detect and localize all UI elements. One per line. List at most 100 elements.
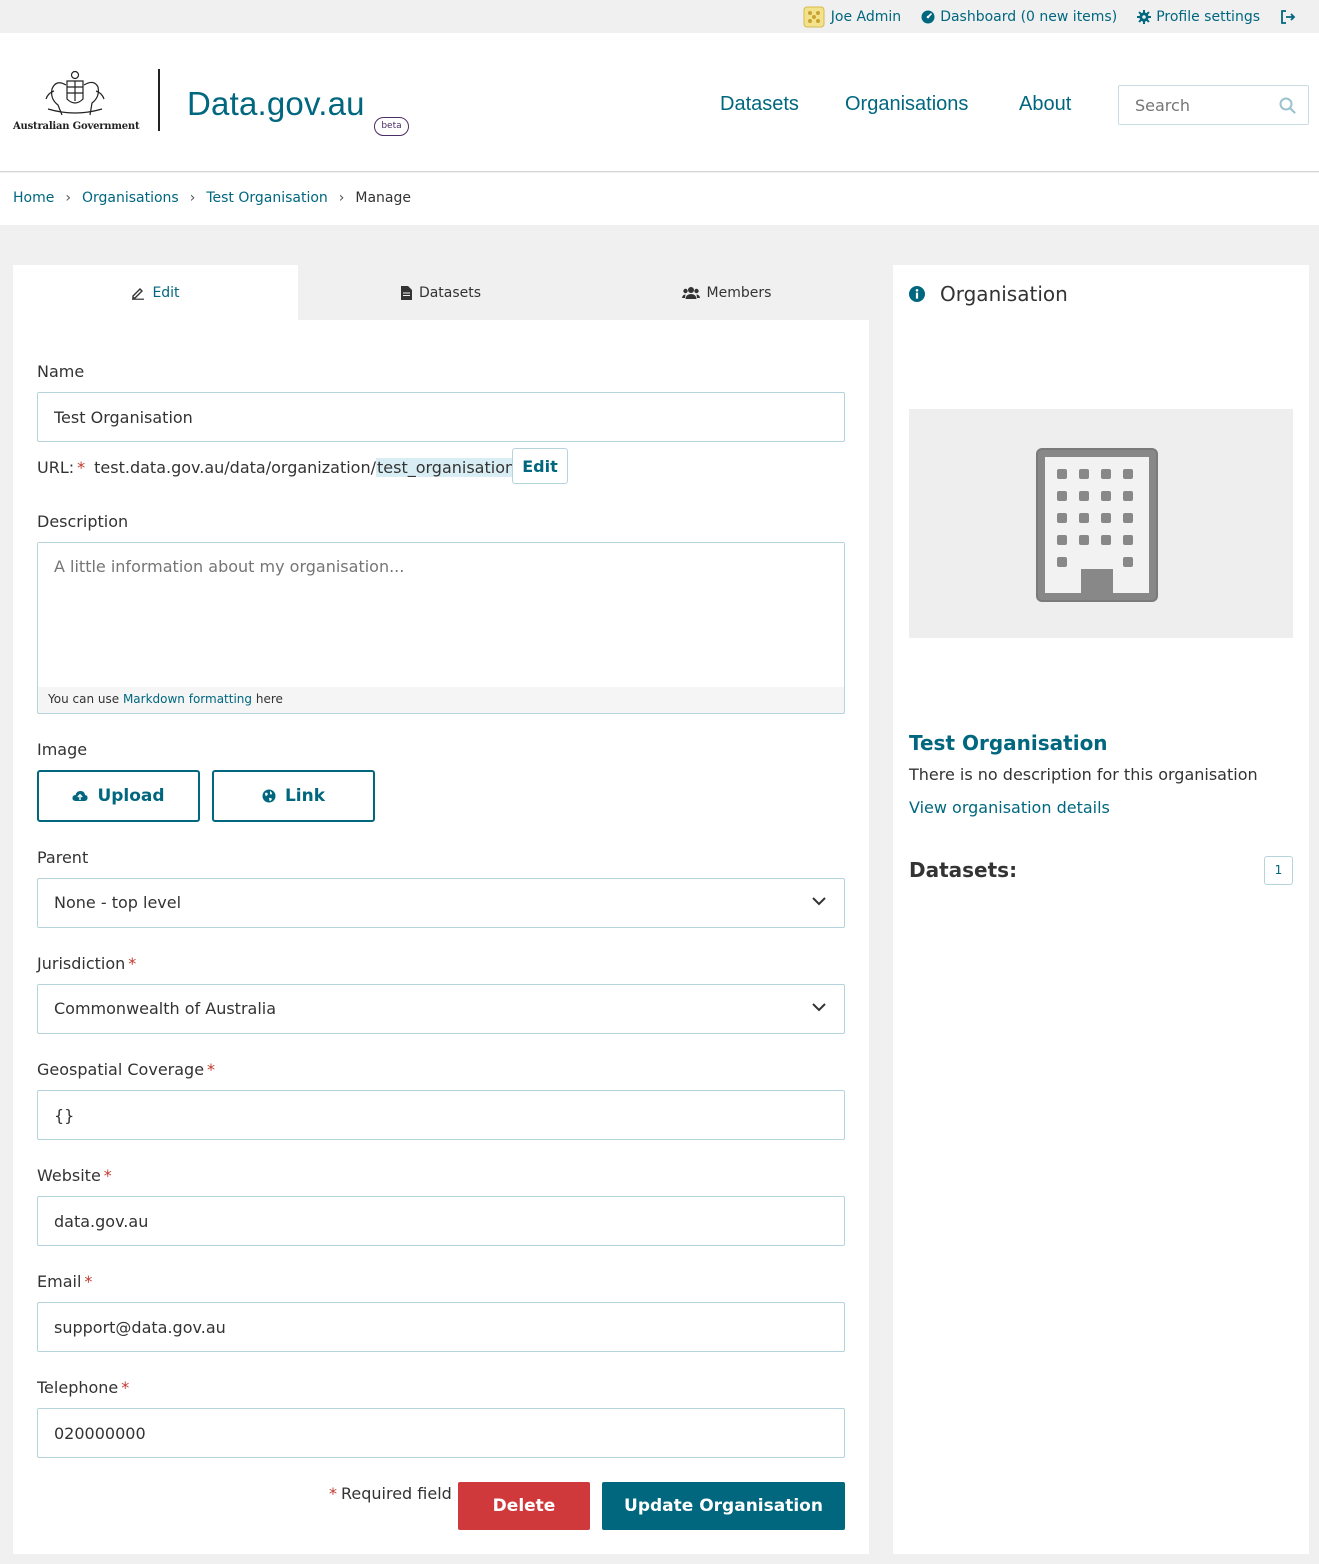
required-marker: * bbox=[84, 1272, 93, 1291]
australian-government-logo[interactable]: Australian Government bbox=[13, 69, 140, 133]
dashboard-link[interactable]: Dashboard (0 new items) bbox=[921, 9, 1117, 25]
side-title-text: Organisation bbox=[940, 282, 1068, 306]
breadcrumb-separator: › bbox=[65, 190, 71, 206]
tab-datasets-label: Datasets bbox=[418, 284, 482, 301]
update-organisation-button[interactable]: Update Organisation bbox=[602, 1482, 845, 1530]
geospatial-input[interactable] bbox=[37, 1090, 845, 1140]
required-marker: * bbox=[103, 1166, 112, 1185]
geospatial-label: Geospatial Coverage * bbox=[37, 1060, 215, 1079]
organisation-image bbox=[909, 409, 1293, 638]
breadcrumb-test-organisation[interactable]: Test Organisation bbox=[206, 190, 327, 206]
website-input[interactable] bbox=[37, 1196, 845, 1246]
breadcrumb-bar: Home › Organisations › Test Organisation… bbox=[0, 173, 1319, 225]
name-input[interactable] bbox=[37, 392, 845, 442]
markdown-hint: You can use Markdown formatting here bbox=[48, 692, 283, 706]
side-panel-title: Organisation bbox=[909, 282, 1068, 306]
required-marker: * bbox=[77, 457, 86, 477]
geospatial-label-text: Geospatial Coverage bbox=[37, 1060, 205, 1079]
edit-url-button[interactable]: Edit bbox=[512, 448, 568, 484]
government-name: Australian Government bbox=[13, 121, 140, 132]
view-organisation-details-link[interactable]: View organisation details bbox=[909, 798, 1110, 817]
description-label: Description bbox=[37, 512, 129, 531]
nav-organisations[interactable]: Organisations bbox=[845, 93, 968, 116]
url-slug: test_organisation bbox=[375, 457, 517, 477]
email-input[interactable] bbox=[37, 1302, 845, 1352]
required-marker: * bbox=[207, 1060, 216, 1079]
parent-selected-value: None - top level bbox=[54, 893, 182, 912]
tab-edit[interactable]: Edit bbox=[13, 265, 298, 320]
parent-select[interactable]: None - top level bbox=[37, 878, 845, 928]
tab-members-label: Members bbox=[706, 284, 772, 301]
breadcrumb-current: Manage bbox=[355, 190, 412, 206]
url-label: URL: bbox=[37, 457, 75, 477]
info-circle-icon bbox=[909, 286, 925, 302]
markdown-formatting-link[interactable]: Markdown formatting bbox=[123, 692, 252, 706]
user-name: Joe Admin bbox=[830, 8, 902, 25]
jurisdiction-label: Jurisdiction * bbox=[37, 954, 136, 973]
logout-icon bbox=[1281, 9, 1296, 24]
tab-edit-label: Edit bbox=[152, 284, 180, 301]
site-name-link[interactable]: Data.gov.au bbox=[187, 85, 365, 123]
datasets-count-badge: 1 bbox=[1264, 856, 1293, 885]
search-input[interactable] bbox=[1135, 86, 1275, 124]
website-label-text: Website bbox=[37, 1166, 101, 1185]
cloud-upload-icon bbox=[72, 791, 89, 801]
telephone-label: Telephone * bbox=[37, 1378, 129, 1397]
name-label: Name bbox=[37, 362, 85, 381]
pencil-icon bbox=[132, 287, 145, 300]
site-header: Australian Government Data.gov.au beta D… bbox=[0, 33, 1319, 172]
building-icon bbox=[1036, 448, 1158, 602]
dashboard-label: Dashboard (0 new items) bbox=[940, 8, 1118, 25]
datasets-count-label: Datasets: bbox=[909, 858, 1018, 882]
website-label: Website * bbox=[37, 1166, 112, 1185]
required-field-note: * Required field bbox=[329, 1484, 452, 1503]
jurisdiction-label-text: Jurisdiction bbox=[37, 954, 126, 973]
breadcrumb-home[interactable]: Home bbox=[13, 190, 54, 206]
tab-members[interactable]: Members bbox=[584, 265, 869, 320]
telephone-input[interactable] bbox=[37, 1408, 845, 1458]
description-textarea[interactable] bbox=[38, 543, 844, 687]
link-button[interactable]: Link bbox=[212, 770, 375, 822]
email-label: Email * bbox=[37, 1272, 92, 1291]
profile-settings-link[interactable]: Profile settings bbox=[1137, 9, 1260, 25]
breadcrumb-separator: › bbox=[189, 190, 196, 206]
account-bar: Joe Admin Dashboard (0 new items) Profil… bbox=[0, 0, 1319, 33]
chevron-down-icon bbox=[812, 1003, 826, 1012]
coat-of-arms-icon bbox=[45, 70, 105, 116]
nav-datasets[interactable]: Datasets bbox=[720, 93, 799, 116]
telephone-label-text: Telephone bbox=[37, 1378, 119, 1397]
logout-button[interactable] bbox=[1280, 9, 1301, 24]
profile-settings-label: Profile settings bbox=[1156, 8, 1260, 25]
dashboard-icon bbox=[921, 10, 935, 23]
jurisdiction-selected-value: Commonwealth of Australia bbox=[54, 999, 277, 1018]
manage-tabs: Edit Datasets Members bbox=[13, 265, 869, 320]
breadcrumb-separator: › bbox=[338, 190, 345, 206]
required-marker: * bbox=[121, 1378, 130, 1397]
globe-icon bbox=[262, 789, 276, 803]
organisation-name: Test Organisation bbox=[909, 731, 1108, 755]
parent-label: Parent bbox=[37, 848, 89, 867]
nav-about[interactable]: About bbox=[1019, 93, 1071, 116]
file-icon bbox=[400, 285, 412, 300]
organisation-info-panel: Organisation Test Organisation There is … bbox=[893, 265, 1309, 1554]
url-row: URL: * test.data.gov.au/data/organizatio… bbox=[37, 449, 517, 485]
url-prefix: test.data.gov.au/data/organization/ bbox=[94, 457, 376, 477]
markdown-hint-suffix: here bbox=[255, 692, 283, 706]
beta-badge: beta bbox=[374, 117, 409, 136]
description-field: You can use Markdown formatting here bbox=[37, 542, 845, 714]
search-icon[interactable] bbox=[1279, 97, 1296, 114]
users-icon bbox=[681, 286, 700, 299]
markdown-hint-prefix: You can use bbox=[48, 692, 120, 706]
image-label: Image bbox=[37, 740, 88, 759]
jurisdiction-select[interactable]: Commonwealth of Australia bbox=[37, 984, 845, 1034]
gear-icon bbox=[1137, 9, 1152, 24]
tab-datasets[interactable]: Datasets bbox=[298, 265, 584, 320]
email-label-text: Email bbox=[37, 1272, 82, 1291]
user-account-link[interactable]: Joe Admin bbox=[802, 5, 901, 29]
breadcrumb: Home › Organisations › Test Organisation… bbox=[13, 190, 411, 206]
delete-button[interactable]: Delete bbox=[458, 1482, 590, 1530]
breadcrumb-organisations[interactable]: Organisations bbox=[82, 190, 179, 206]
upload-button[interactable]: Upload bbox=[37, 770, 200, 822]
search-box bbox=[1118, 85, 1309, 125]
organisation-form-panel: Edit Datasets Members Name URL: * test.d… bbox=[13, 265, 869, 1554]
